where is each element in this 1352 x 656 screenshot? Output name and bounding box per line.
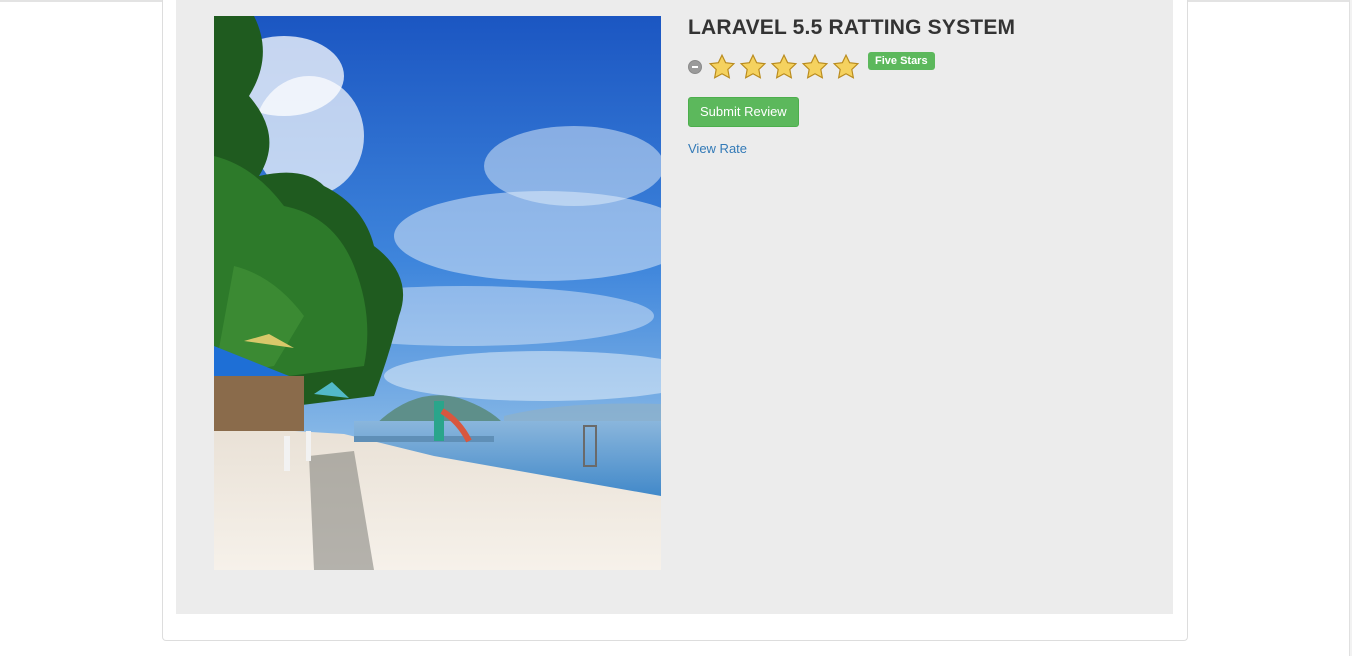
clear-rating-icon[interactable]	[688, 60, 702, 74]
view-rate-link[interactable]: View Rate	[688, 141, 1148, 156]
product-well: LARAVEL 5.5 RATTING SYSTEM Five Stars Su…	[176, 0, 1173, 614]
star-icon-2[interactable]	[739, 53, 767, 81]
product-image	[214, 16, 661, 570]
star-rating[interactable]: Five Stars	[688, 52, 1148, 82]
submit-review-button[interactable]: Submit Review	[688, 97, 799, 127]
product-info: LARAVEL 5.5 RATTING SYSTEM Five Stars Su…	[688, 16, 1148, 156]
rating-caption-badge: Five Stars	[868, 52, 935, 70]
star-icon-4[interactable]	[801, 53, 829, 81]
star-icon-1[interactable]	[708, 53, 736, 81]
product-title: LARAVEL 5.5 RATTING SYSTEM	[688, 16, 1016, 39]
star-icon-3[interactable]	[770, 53, 798, 81]
product-panel: LARAVEL 5.5 RATTING SYSTEM Five Stars Su…	[162, 0, 1188, 641]
star-icon-5[interactable]	[832, 53, 860, 81]
